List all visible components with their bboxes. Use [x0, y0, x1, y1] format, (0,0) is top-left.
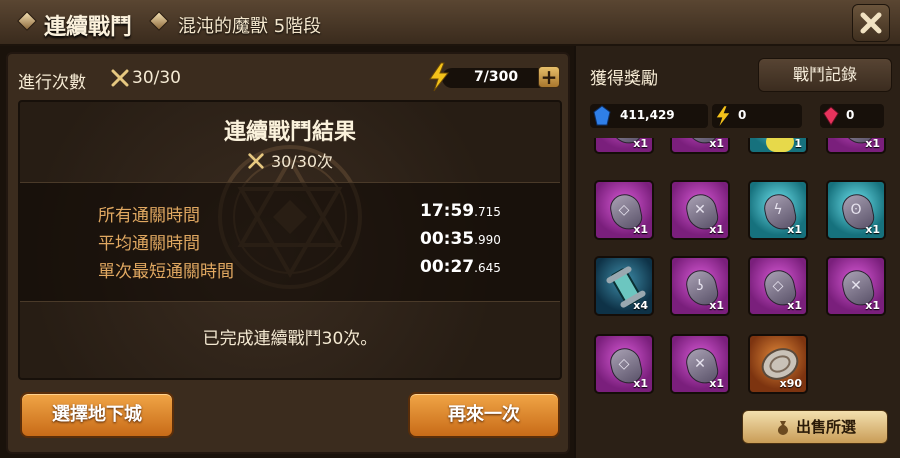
blue-crystal-icon — [593, 105, 611, 126]
reward-item-rune[interactable]: ✕ x1 — [670, 180, 730, 240]
red-crystal-icon — [823, 106, 839, 126]
close-x-icon — [860, 12, 882, 34]
sell-selected-label: 出售所選 — [795, 418, 856, 436]
money-bag-icon — [777, 420, 788, 435]
rewards-panel: 獲得獎勵 戰鬥記錄 411,429 0 0 x1 x1 1 x1 ◇ x1 ✕ … — [574, 46, 900, 458]
energy-display: 7/300 + — [426, 62, 560, 92]
dungeon-subtitle: 混沌的魔獸 5階段 — [178, 16, 322, 37]
diamond-ornament-icon — [149, 11, 169, 31]
reward-item-scroll[interactable]: x4 — [594, 256, 654, 316]
currency-crystal: 411,429 — [590, 104, 708, 128]
reward-item-rune[interactable]: ✕ x1 — [670, 334, 730, 394]
stats-band: 所有通關時間 17:59.715 平均通關時間 00:35.990 單次最短通關… — [20, 182, 560, 302]
crossed-swords-icon — [111, 69, 129, 87]
energy-value: 7/300 — [474, 69, 519, 85]
run-count-label: 進行次數 — [18, 73, 86, 93]
reward-item-rune[interactable]: x1 — [826, 138, 886, 154]
reward-item-rune[interactable]: ✕ x1 — [826, 256, 886, 316]
stat-label: 單次最短通關時間 — [98, 262, 234, 282]
reward-item-rune[interactable]: ϟ x1 — [748, 180, 808, 240]
result-count-value: 30/30次 — [270, 152, 334, 171]
stat-label: 平均通關時間 — [98, 234, 200, 254]
run-count-value: 30/30 — [132, 68, 181, 88]
reward-item-rune[interactable]: ʘ x1 — [826, 180, 886, 240]
reward-item-grid[interactable]: x1 x1 1 x1 ◇ x1 ✕ x1 ϟ x1 ʘ x1 x4 ʖ x1 ◇… — [592, 138, 892, 410]
lightning-energy-icon — [716, 106, 730, 126]
retry-button[interactable]: 再來一次 — [408, 392, 560, 438]
page-title: 連續戰鬥 — [44, 15, 133, 40]
currency-ruby: 0 — [820, 104, 884, 128]
title-bar: 連續戰鬥 混沌的魔獸 5階段 — [0, 0, 900, 46]
close-button[interactable] — [852, 4, 890, 42]
reward-item-rune[interactable]: ◇ x1 — [594, 334, 654, 394]
stat-label: 所有通關時間 — [98, 206, 200, 226]
reward-item-rune[interactable]: ◇ x1 — [748, 256, 808, 316]
reward-item-monster[interactable]: 1 — [748, 138, 808, 154]
reward-item-coin[interactable]: x90 — [748, 334, 808, 394]
add-energy-button[interactable]: + — [538, 66, 560, 88]
reward-item-rune[interactable]: x1 — [670, 138, 730, 154]
diamond-ornament-icon — [17, 11, 37, 31]
currency-bar: 411,429 0 0 — [590, 104, 886, 128]
reward-item-rune[interactable]: ʖ x1 — [670, 256, 730, 316]
currency-energy: 0 — [712, 104, 802, 128]
stat-value: 00:27.645 — [420, 257, 501, 277]
reward-item-rune[interactable]: x1 — [594, 138, 654, 154]
battle-summary-panel: 進行次數 30/30 7/300 + 連續戰鬥結果 30/30次 所有通關時間 … — [6, 52, 570, 454]
stat-value: 00:35.990 — [420, 229, 501, 249]
result-title: 連續戰鬥結果 — [223, 120, 356, 145]
select-dungeon-button[interactable]: 選擇地下城 — [20, 392, 174, 438]
stat-value: 17:59.715 — [420, 201, 501, 221]
sell-selected-button[interactable]: 出售所選 — [742, 410, 888, 444]
monster-face-icon — [766, 138, 794, 152]
completion-message: 已完成連續戰鬥30次。 — [202, 329, 378, 349]
reward-item-rune[interactable]: ◇ x1 — [594, 180, 654, 240]
battle-log-button[interactable]: 戰鬥記錄 — [758, 58, 892, 92]
result-count: 30/30次 — [20, 148, 560, 174]
crossed-swords-icon — [248, 152, 264, 169]
lightning-energy-icon — [429, 62, 450, 92]
result-panel: 連續戰鬥結果 30/30次 所有通關時間 17:59.715 平均通關時間 00… — [18, 100, 562, 380]
rewards-label: 獲得獎勵 — [590, 69, 658, 89]
